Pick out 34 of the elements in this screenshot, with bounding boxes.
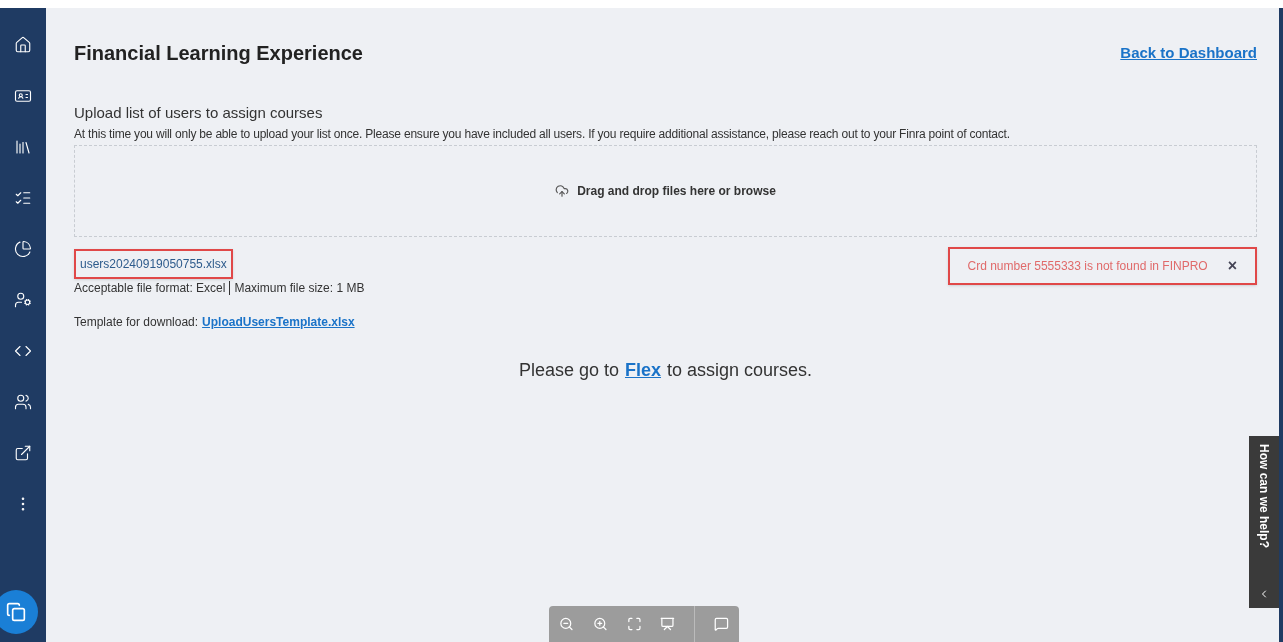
people-icon[interactable] [14,393,32,411]
id-card-icon[interactable] [14,87,32,105]
file-name: users20240919050755.xlsx [74,248,233,279]
flex-text-after: to assign courses. [667,358,813,382]
close-button[interactable]: × [1227,257,1237,274]
flex-text-before: Please go to [518,358,619,382]
help-tab-label: How can we help? [1256,444,1272,548]
checklist-icon[interactable] [14,189,32,207]
books-icon[interactable] [14,138,32,156]
file-size-text: Maximum file size: 1 MB [234,279,365,297]
pie-chart-icon[interactable] [14,240,32,258]
upload-icon [555,183,570,198]
stacked-squares-icon [6,602,26,622]
page-title: Financial Learning Experience [74,41,363,66]
upload-heading: Upload list of users to assign courses [74,103,324,123]
help-tab[interactable]: How can we help? [1249,436,1279,608]
template-link[interactable]: UploadUsersTemplate.xlsx [202,312,355,331]
flex-link[interactable]: Flex [625,356,661,384]
comment-icon[interactable] [714,616,729,632]
presentation-icon[interactable] [660,616,676,632]
external-link-icon[interactable] [14,444,32,462]
dropzone[interactable]: Drag and drop files here or browse [74,144,1257,237]
user-gear-icon[interactable] [14,291,32,309]
zoom-out-icon[interactable] [559,616,574,632]
zoom-in-icon[interactable] [592,616,608,632]
fullscreen-icon[interactable] [626,616,642,632]
dropzone-text: Drag and drop files here or browse [577,182,776,200]
app-switch-button[interactable] [0,590,38,634]
error-message: Crd number 5555333 is not found in FINPRO [967,257,1208,275]
upload-notice: At this time you will only be able to upload your list once. Please ensure you have included all users. If you require additional assistance, please reach out to your Finra point of contact. [74,125,1011,143]
file-format-text: Acceptable file format: Excel [74,279,226,297]
back-link[interactable]: Back to Dashboard [1120,41,1257,65]
template-label: Template for download: [74,313,199,331]
home-icon[interactable] [14,36,32,54]
